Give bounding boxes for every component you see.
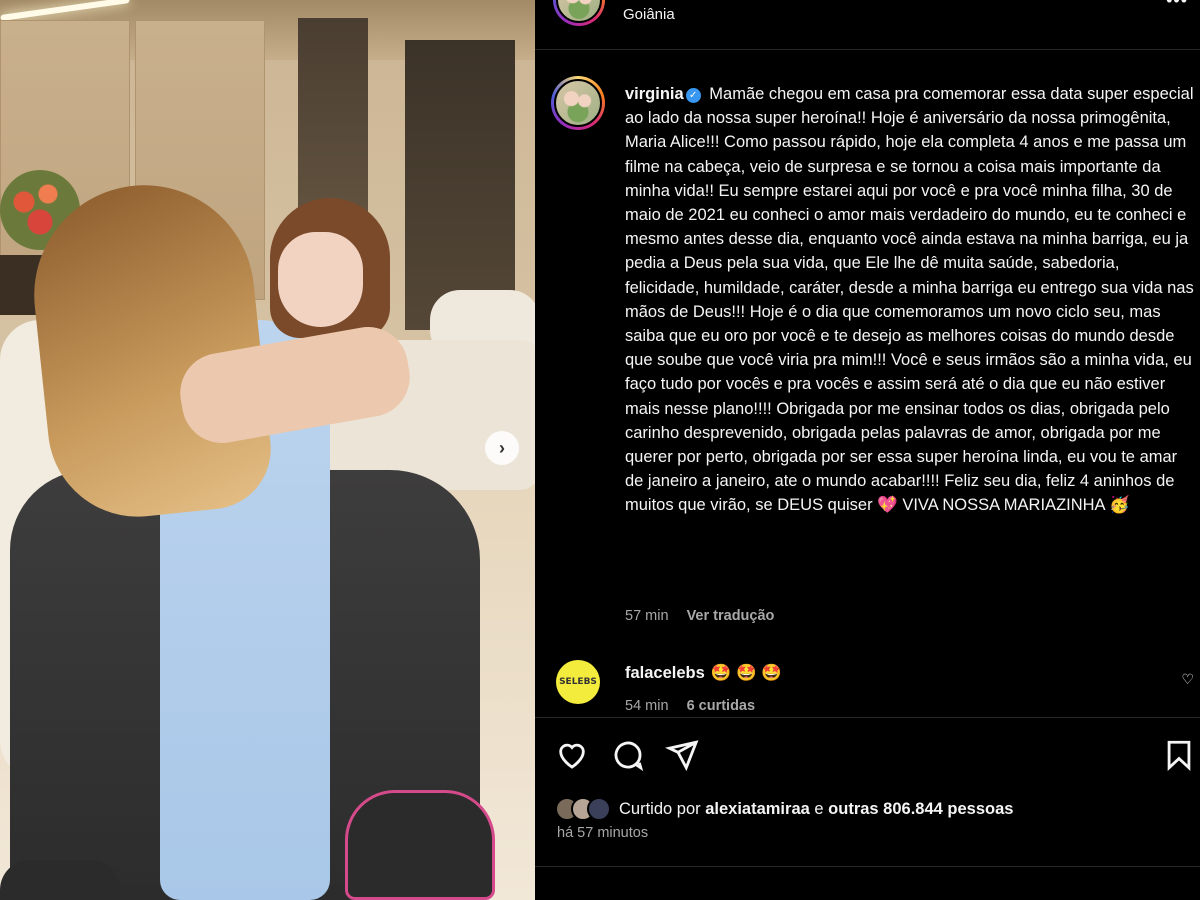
comment-avatar[interactable]: SELEBS	[556, 660, 600, 704]
caption-text-block: virginia ✓ Mamãe chegou em casa pra comem…	[625, 82, 1195, 518]
post-caption: virginia ✓ Mamãe chegou em casa pra comem…	[535, 70, 1200, 640]
comment-time: 54 min	[625, 698, 669, 714]
next-arrow-icon[interactable]: ›	[485, 431, 519, 465]
post-photo	[0, 0, 535, 900]
comment-likes[interactable]: 6 curtidas	[687, 698, 756, 714]
liker-avatar[interactable]	[587, 797, 611, 821]
comment-username[interactable]: falacelebs	[625, 664, 705, 682]
post-timestamp[interactable]: há 57 minutos	[557, 825, 648, 841]
more-dots-icon[interactable]: •••	[1166, 0, 1188, 11]
liked-by: Curtido por alexiatamiraa e outras 806.8…	[555, 794, 1013, 824]
photo-doorway	[298, 18, 368, 218]
share-icon[interactable]	[665, 738, 699, 772]
caption-time: 57 min	[625, 608, 669, 624]
liked-by-user[interactable]: alexiatamiraa	[705, 800, 810, 818]
post-location[interactable]: Goiânia	[623, 6, 675, 23]
photo-girl-face	[278, 232, 363, 327]
caption-username[interactable]: virginia	[625, 85, 684, 103]
liked-by-prefix: Curtido por	[619, 799, 701, 818]
liked-by-others[interactable]: outras 806.844 pessoas	[828, 800, 1013, 818]
liked-by-connector: e	[814, 799, 824, 818]
caption-avatar[interactable]	[551, 76, 605, 130]
post-header: Goiânia •••	[535, 0, 1200, 50]
post-side-panel: Goiânia ••• virginia ✓ Mamãe chegou em ca…	[535, 0, 1200, 900]
comment-icon[interactable]	[611, 738, 645, 772]
verified-badge-icon: ✓	[685, 88, 701, 103]
bookmark-icon[interactable]	[1162, 738, 1196, 772]
comment-like-heart-icon[interactable]: ♡	[1181, 671, 1194, 688]
caption-body: Mamãe chegou em casa pra comemorar essa …	[625, 85, 1194, 515]
add-comment-bar[interactable]	[535, 868, 1200, 900]
photo-sneaker	[345, 790, 495, 900]
translate-link[interactable]: Ver tradução	[687, 608, 775, 624]
comment-item: SELEBS falacelebs 🤩 🤩 🤩 54 min 6 curtidas…	[535, 655, 1200, 717]
comment-text-block: falacelebs 🤩 🤩 🤩	[625, 664, 782, 683]
author-avatar[interactable]	[553, 0, 605, 26]
post-actions: Curtido por alexiatamiraa e outras 806.8…	[535, 717, 1200, 867]
caption-meta: 57 min Ver tradução	[625, 608, 774, 624]
liked-by-text: Curtido por alexiatamiraa e outras 806.8…	[619, 800, 1013, 819]
photo-sneaker	[0, 860, 120, 900]
photo-door	[405, 40, 515, 330]
comment-meta: 54 min 6 curtidas	[625, 698, 755, 714]
comment-body: 🤩 🤩 🤩	[710, 664, 782, 682]
heart-icon[interactable]	[555, 738, 589, 772]
